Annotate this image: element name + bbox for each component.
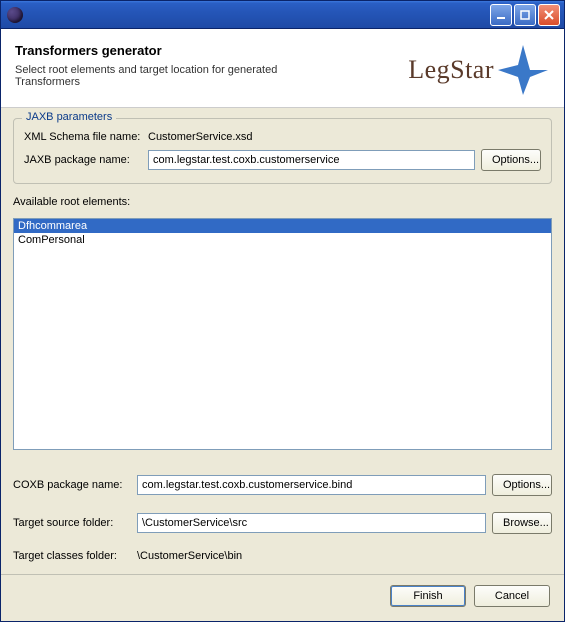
coxb-options-button[interactable]: Options...: [492, 474, 552, 496]
jaxb-package-input[interactable]: [148, 150, 475, 170]
finish-button[interactable]: Finish: [390, 585, 466, 607]
maximize-icon: [520, 10, 530, 20]
target-classes-value: \CustomerService\bin: [137, 550, 552, 562]
close-button[interactable]: [538, 4, 560, 26]
footer: Finish Cancel: [1, 575, 564, 621]
minimize-button[interactable]: [490, 4, 512, 26]
star-icon: [496, 43, 550, 97]
minimize-icon: [496, 10, 506, 20]
close-icon: [544, 10, 554, 20]
list-item[interactable]: Dfhcommarea: [14, 219, 551, 233]
root-elements-list[interactable]: Dfhcommarea ComPersonal: [13, 218, 552, 450]
logo-text: LegStar: [408, 55, 494, 85]
jaxb-package-label: JAXB package name:: [24, 154, 142, 166]
browse-button[interactable]: Browse...: [492, 512, 552, 534]
target-source-input[interactable]: [137, 513, 486, 533]
header: Transformers generator Select root eleme…: [1, 29, 564, 108]
logo: LegStar: [408, 43, 550, 97]
schema-file-label: XML Schema file name:: [24, 131, 142, 143]
coxb-package-label: COXB package name:: [13, 479, 131, 491]
content-area: JAXB parameters XML Schema file name: Cu…: [1, 108, 564, 574]
page-title: Transformers generator: [15, 43, 345, 58]
jaxb-legend: JAXB parameters: [22, 111, 116, 123]
maximize-button[interactable]: [514, 4, 536, 26]
schema-file-value: CustomerService.xsd: [148, 131, 541, 143]
titlebar[interactable]: [1, 1, 564, 29]
target-source-label: Target source folder:: [13, 517, 131, 529]
coxb-package-input[interactable]: [137, 475, 486, 495]
page-subtitle: Select root elements and target location…: [15, 64, 345, 88]
cancel-button[interactable]: Cancel: [474, 585, 550, 607]
dialog-window: Transformers generator Select root eleme…: [0, 0, 565, 622]
eclipse-icon: [7, 7, 23, 23]
target-classes-label: Target classes folder:: [13, 550, 131, 562]
list-item[interactable]: ComPersonal: [14, 233, 551, 247]
jaxb-options-button[interactable]: Options...: [481, 149, 541, 171]
available-elements-label: Available root elements:: [13, 196, 552, 208]
jaxb-parameters-group: JAXB parameters XML Schema file name: Cu…: [13, 118, 552, 184]
